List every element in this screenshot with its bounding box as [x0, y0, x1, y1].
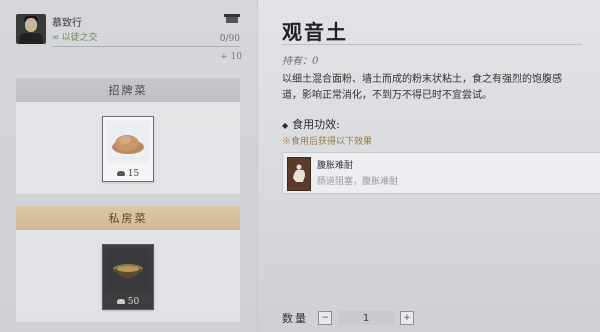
earth-powder-dish-icon [107, 121, 149, 163]
item-description: 以细土混合面粉、墙土而成的粉末状粘土，食之有强烈的饱腹感 道，影响正常消化，不到… [282, 74, 562, 101]
affection-progress-text: 0/90 [219, 34, 240, 44]
title-divider [282, 44, 582, 45]
food-tray-icon [224, 14, 240, 23]
dish-item-card[interactable]: 50 [102, 244, 154, 310]
effect-subheading: ※食用后获得以下效果 [282, 137, 373, 147]
coin-icon [116, 171, 125, 176]
character-status: ∞ 以徒之交 [52, 33, 98, 43]
quantity-row: 数量 − 1 + [282, 310, 414, 326]
quantity-label: 数量 [282, 312, 308, 325]
bloated-stomach-icon [287, 157, 311, 191]
signature-dish-section: 招牌菜 15 [16, 78, 240, 194]
effect-name: 腹胀难耐 [317, 161, 354, 171]
diamond-icon: ◆ [282, 120, 289, 130]
affection-progress-bar [52, 46, 240, 47]
effect-heading: ◆ 食用功效: [282, 118, 340, 131]
decrease-button[interactable]: − [318, 311, 332, 325]
heart-icon: ∞ [52, 33, 60, 43]
dish-item-card[interactable]: 15 [102, 116, 154, 182]
private-dish-section: 私房菜 50 [16, 206, 240, 322]
dish-price: 15 [127, 169, 140, 179]
effect-card: 腹胀难耐 肠道阻塞，腹胀难耐 [282, 152, 600, 194]
increase-button[interactable]: + [400, 311, 414, 325]
left-panel: 慕致行 ∞ 以徒之交 0/90 + 10 招牌菜 15 私房菜 50 [0, 0, 258, 332]
quantity-field[interactable]: 1 [338, 311, 394, 325]
owned-count: 持有：0 [282, 56, 319, 67]
character-avatar [16, 14, 46, 44]
affection-bonus: + 10 [220, 52, 242, 62]
character-name: 慕致行 [52, 18, 82, 29]
coin-icon [116, 299, 125, 304]
item-title: 观音土 [282, 20, 348, 44]
effect-text: 肠道阻塞，腹胀难耐 [317, 177, 399, 187]
dark-bowl-dish-icon [107, 249, 149, 291]
private-dish-header[interactable]: 私房菜 [16, 206, 240, 230]
signature-dish-header[interactable]: 招牌菜 [16, 78, 240, 102]
character-row: 慕致行 ∞ 以徒之交 0/90 [12, 12, 244, 47]
dish-price: 50 [127, 297, 140, 307]
